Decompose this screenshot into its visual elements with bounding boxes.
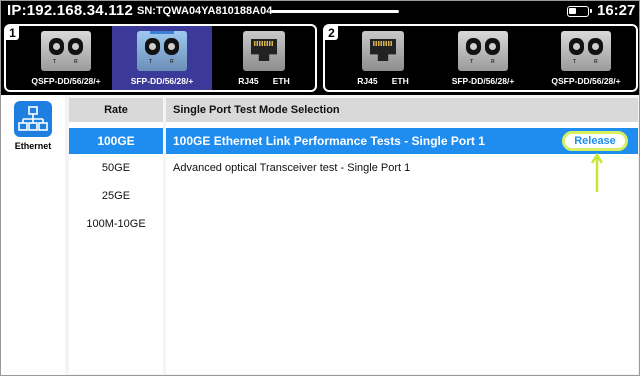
pull-down-handle[interactable] <box>271 10 399 13</box>
release-button[interactable]: Release <box>562 131 628 151</box>
rate-item-100m-10ge[interactable]: 100M-10GE <box>69 211 163 237</box>
ethernet-tab[interactable] <box>14 101 52 137</box>
rj45-port-icon <box>362 31 404 71</box>
qsfp-port-icon: TR <box>561 31 611 71</box>
rate-item-50ge[interactable]: 50GE <box>69 155 163 181</box>
test-mode-header: Single Port Test Mode Selection <box>166 98 638 122</box>
sfp-port-icon: TR <box>458 31 508 71</box>
test-mode-item-link-performance[interactable]: 100GE Ethernet Link Performance Tests - … <box>166 128 638 154</box>
serial-number: SN:TQWA04YA810188A04 <box>137 5 273 17</box>
port-label: RJ45 ETH <box>357 76 409 86</box>
test-mode-label: 100GE Ethernet Link Performance Tests - … <box>173 134 485 148</box>
up-arrow-icon <box>591 153 603 192</box>
ip-address: IP:192.168.34.112 <box>7 2 134 19</box>
port-qsfp-1[interactable]: TR QSFP-DD/56/28/+ <box>20 26 112 90</box>
port-sfp-1-selected[interactable]: TR SFP-DD/56/28/+ <box>112 26 212 90</box>
qsfp-port-icon: TR <box>41 31 91 71</box>
port-label: RJ45 ETH <box>238 76 290 86</box>
sfp-port-icon: TR <box>137 31 187 71</box>
port-qsfp-2[interactable]: TR QSFP-DD/56/28/+ <box>537 26 635 90</box>
rate-header: Rate <box>69 98 163 122</box>
network-topology-icon <box>18 106 48 131</box>
device-screen: IP:192.168.34.112 SN:TQWA04YA810188A04 1… <box>0 0 640 376</box>
port-label: QSFP-DD/56/28/+ <box>551 76 621 86</box>
status-bar: IP:192.168.34.112 SN:TQWA04YA810188A04 1… <box>1 1 639 23</box>
rate-item-100ge[interactable]: 100GE <box>69 128 163 154</box>
battery-icon <box>567 6 592 17</box>
port-group-2: 2 RJ45 ETH TR SFP-DD/56/28/+ TR QSFP-DD/… <box>323 24 638 92</box>
port-label: QSFP-DD/56/28/+ <box>31 76 101 86</box>
port-group-number: 1 <box>6 26 19 40</box>
port-label: SFP-DD/56/28/+ <box>451 76 515 86</box>
port-rj45-2[interactable]: RJ45 ETH <box>335 26 431 90</box>
port-group-1: 1 TR QSFP-DD/56/28/+ TR SFP-DD/56/28/+ R… <box>4 24 317 92</box>
rj45-port-icon <box>243 31 285 71</box>
test-mode-list: Single Port Test Mode Selection 100GE Et… <box>166 98 638 374</box>
port-sfp-2[interactable]: TR SFP-DD/56/28/+ <box>431 26 535 90</box>
port-rj45-1[interactable]: RJ45 ETH <box>216 26 312 90</box>
clock: 16:27 <box>597 2 636 19</box>
app-sidebar: Ethernet <box>1 95 65 375</box>
rate-item-25ge[interactable]: 25GE <box>69 183 163 209</box>
rate-list: Rate 100GE 50GE 25GE 100M-10GE <box>69 98 163 374</box>
test-mode-item-optical-transceiver[interactable]: Advanced optical Transceiver test - Sing… <box>166 155 638 181</box>
ethernet-tab-label: Ethernet <box>14 141 52 151</box>
port-label: SFP-DD/56/28/+ <box>130 76 194 86</box>
